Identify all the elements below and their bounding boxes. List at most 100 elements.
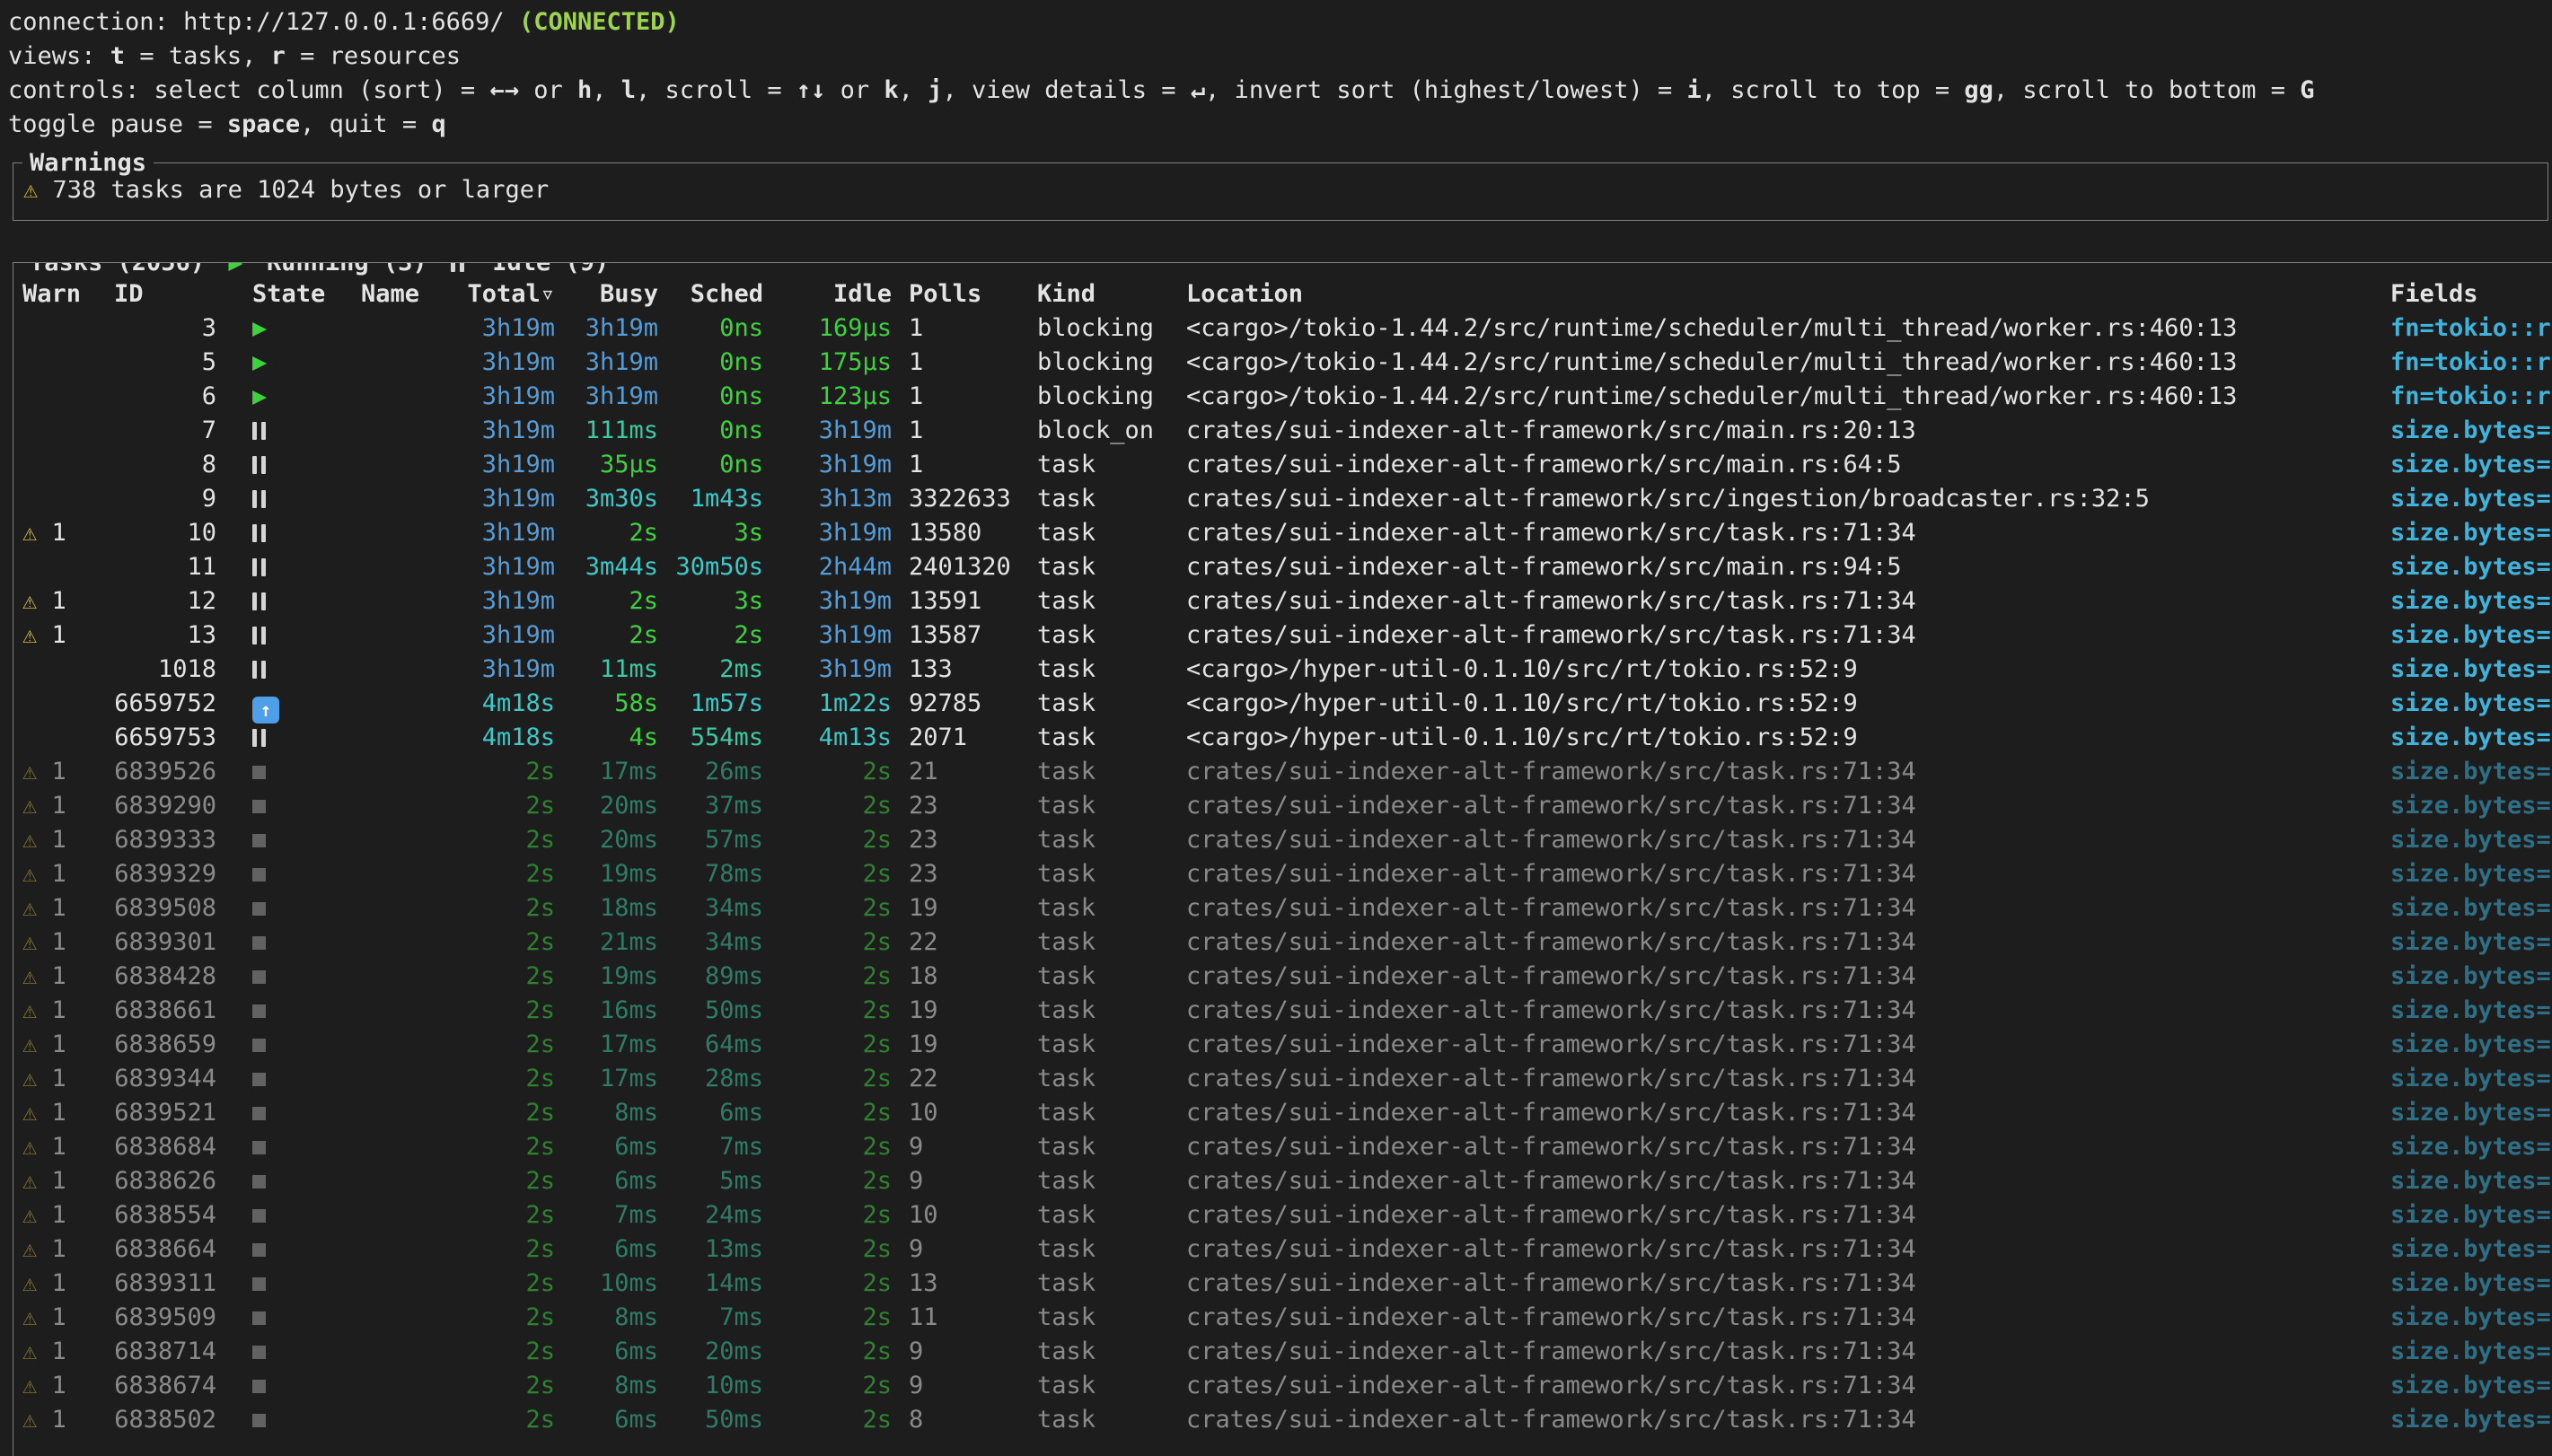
cell-sched: 14ms: [658, 1267, 763, 1301]
task-row[interactable]: ⚠ 168387142s6ms20ms2s9taskcrates/sui-ind…: [22, 1335, 2552, 1369]
warning-icon: ⚠: [22, 758, 37, 785]
cell-sched: 1m43s: [658, 482, 763, 516]
task-row[interactable]: 3▶3h19m3h19m0ns169µs1blocking<cargo>/tok…: [22, 311, 2552, 346]
cell-location: crates/sui-indexer-alt-framework/src/tas…: [1186, 789, 2368, 823]
task-row[interactable]: ⚠ 1103h19m2s3s3h19m13580taskcrates/sui-i…: [22, 516, 2552, 550]
cell-idle: 2s: [763, 1198, 892, 1232]
cell-fields: size.bytes=: [2390, 1164, 2552, 1198]
task-row[interactable]: 6▶3h19m3h19m0ns123µs1blocking<cargo>/tok…: [22, 380, 2552, 414]
column-header-polls[interactable]: Polls: [909, 277, 1037, 311]
cell-name: [361, 994, 459, 1028]
task-row[interactable]: ⚠ 168385022s6ms50ms2s8taskcrates/sui-ind…: [22, 1403, 2552, 1437]
cell-name: [361, 346, 459, 380]
column-header-name[interactable]: Name: [361, 277, 459, 311]
cell-state: [252, 550, 361, 584]
task-row[interactable]: ⚠ 168386592s17ms64ms2s19taskcrates/sui-i…: [22, 1028, 2552, 1062]
cell-idle: 2s: [763, 1369, 892, 1403]
task-row[interactable]: ⚠ 168393442s17ms28ms2s22taskcrates/sui-i…: [22, 1062, 2552, 1096]
warning-icon: ⚠: [22, 1031, 37, 1058]
column-header-location[interactable]: Location: [1186, 277, 2368, 311]
cell-busy: 6ms: [555, 1232, 658, 1267]
task-row[interactable]: ⚠ 168386642s6ms13ms2s9taskcrates/sui-ind…: [22, 1232, 2552, 1267]
cell-total: 2s: [459, 1164, 555, 1198]
cell-location: crates/sui-indexer-alt-framework/src/tas…: [1186, 823, 2368, 857]
controls-line: controls: select column (sort) = ←→ or h…: [8, 74, 2552, 108]
completed-icon: [252, 1311, 266, 1325]
cell-sched: 20ms: [658, 1335, 763, 1369]
cell-total: 2s: [459, 1335, 555, 1369]
column-header-sched[interactable]: Sched: [658, 277, 763, 311]
cell-state: [252, 584, 361, 618]
task-row[interactable]: ⚠ 1123h19m2s3s3h19m13591taskcrates/sui-i…: [22, 584, 2552, 618]
task-row[interactable]: ⚠ 168393112s10ms14ms2s13taskcrates/sui-i…: [22, 1267, 2552, 1301]
cell-busy: 17ms: [555, 755, 658, 789]
column-header-kind[interactable]: Kind: [1037, 277, 1186, 311]
cell-name: [361, 1232, 459, 1267]
cell-total: 3h19m: [459, 380, 555, 414]
cell-idle: 2s: [763, 1130, 892, 1164]
task-row[interactable]: ⚠ 168384282s19ms89ms2s18taskcrates/sui-i…: [22, 960, 2552, 994]
cell-warn: ⚠ 1: [22, 1164, 114, 1198]
column-header-total[interactable]: Total▿: [459, 277, 555, 311]
cell-state: [252, 482, 361, 516]
task-row[interactable]: ⚠ 168385542s7ms24ms2s10taskcrates/sui-in…: [22, 1198, 2552, 1232]
cell-name: [361, 1130, 459, 1164]
tasks-panel: Tasks (2056) ▶ Running (3) Idle (9) Warn…: [13, 262, 2552, 1456]
cell-kind: task: [1037, 755, 1186, 789]
cell-warn: ⚠ 1: [22, 857, 114, 891]
cell-busy: 20ms: [555, 789, 658, 823]
task-row[interactable]: ⚠ 168386612s16ms50ms2s19taskcrates/sui-i…: [22, 994, 2552, 1028]
task-row[interactable]: 73h19m111ms0ns3h19m1block_oncrates/sui-i…: [22, 414, 2552, 448]
task-row[interactable]: ⚠ 168395262s17ms26ms2s21taskcrates/sui-i…: [22, 755, 2552, 789]
column-header-state[interactable]: State: [252, 277, 361, 311]
cell-id: 7: [114, 414, 216, 448]
task-row[interactable]: ⚠ 168395212s8ms6ms2s10taskcrates/sui-ind…: [22, 1096, 2552, 1130]
connection-status: (CONNECTED): [519, 8, 680, 36]
column-header-busy[interactable]: Busy: [555, 277, 658, 311]
task-row[interactable]: ⚠ 168393332s20ms57ms2s23taskcrates/sui-i…: [22, 823, 2552, 857]
cell-fields: fn=tokio::r: [2390, 311, 2552, 346]
text-segment: j: [928, 76, 942, 104]
text-segment: toggle pause =: [8, 110, 227, 138]
task-row[interactable]: ⚠ 168393012s21ms34ms2s22taskcrates/sui-i…: [22, 925, 2552, 960]
cell-fields: size.bytes=: [2390, 584, 2552, 618]
column-header-fields[interactable]: Fields: [2390, 277, 2552, 311]
task-row[interactable]: ⚠ 168392902s20ms37ms2s23taskcrates/sui-i…: [22, 789, 2552, 823]
cell-id: 8: [114, 448, 216, 482]
task-row[interactable]: ⚠ 168386842s6ms7ms2s9taskcrates/sui-inde…: [22, 1130, 2552, 1164]
cell-state: [252, 857, 361, 891]
task-row[interactable]: ⚠ 168395092s8ms7ms2s11taskcrates/sui-ind…: [22, 1301, 2552, 1335]
cell-total: 2s: [459, 994, 555, 1028]
cell-kind: task: [1037, 1198, 1186, 1232]
cell-id: 6839311: [114, 1267, 216, 1301]
cell-warn: ⚠ 1: [22, 1130, 114, 1164]
task-row[interactable]: ⚠ 168393292s19ms78ms2s23taskcrates/sui-i…: [22, 857, 2552, 891]
column-header-idle[interactable]: Idle: [763, 277, 892, 311]
running-icon: ▶: [252, 382, 267, 410]
task-row[interactable]: ⚠ 168386262s6ms5ms2s9taskcrates/sui-inde…: [22, 1164, 2552, 1198]
column-header-id[interactable]: ID: [114, 277, 216, 311]
cell-busy: 19ms: [555, 857, 658, 891]
task-row[interactable]: 83h19m35µs0ns3h19m1taskcrates/sui-indexe…: [22, 448, 2552, 482]
task-row[interactable]: 113h19m3m44s30m50s2h44m2401320taskcrates…: [22, 550, 2552, 584]
cell-state: [252, 994, 361, 1028]
cell-busy: 8ms: [555, 1301, 658, 1335]
task-row[interactable]: 10183h19m11ms2ms3h19m133task<cargo>/hype…: [22, 653, 2552, 687]
cell-idle: 123µs: [763, 380, 892, 414]
connection-url: connection: http://127.0.0.1:6669/: [8, 8, 519, 36]
task-row[interactable]: ⚠ 168395082s18ms34ms2s19taskcrates/sui-i…: [22, 891, 2552, 925]
task-row[interactable]: ⚠ 168386742s8ms10ms2s9taskcrates/sui-ind…: [22, 1369, 2552, 1403]
task-row[interactable]: 93h19m3m30s1m43s3h13m3322633taskcrates/s…: [22, 482, 2552, 516]
text-segment: h: [577, 76, 592, 104]
task-row[interactable]: ⚠ 1133h19m2s2s3h19m13587taskcrates/sui-i…: [22, 618, 2552, 653]
task-row[interactable]: 5▶3h19m3h19m0ns175µs1blocking<cargo>/tok…: [22, 346, 2552, 380]
cell-id: 6839508: [114, 891, 216, 925]
task-row[interactable]: 6659752↑4m18s58s1m57s1m22s92785task<carg…: [22, 687, 2552, 721]
task-row[interactable]: 66597534m18s4s554ms4m13s2071task<cargo>/…: [22, 721, 2552, 755]
cell-polls: 19: [909, 1028, 1037, 1062]
cell-state: ▶: [252, 311, 361, 346]
warnings-panel-title: Warnings: [22, 146, 154, 180]
cell-polls: 8: [909, 1403, 1037, 1437]
text-segment: l: [621, 76, 636, 104]
column-header-warn[interactable]: Warn: [22, 277, 114, 311]
